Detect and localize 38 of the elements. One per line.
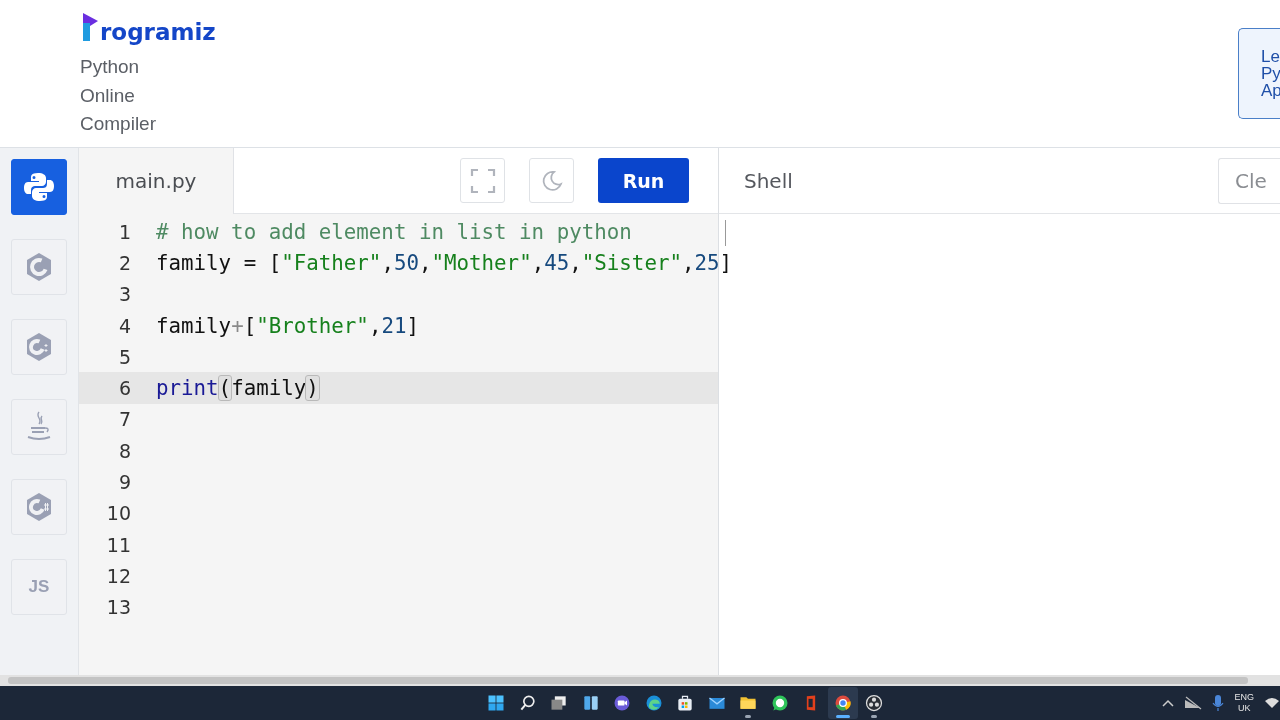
- chevron-up-icon[interactable]: [1162, 698, 1175, 708]
- file-tab[interactable]: main.py: [79, 148, 234, 214]
- input-language[interactable]: ENG: [1234, 692, 1254, 703]
- microphone-icon[interactable]: [1212, 694, 1225, 712]
- fullscreen-icon: [469, 167, 496, 194]
- horizontal-scrollbar[interactable]: [0, 675, 1280, 686]
- code-line: family = ["Father",50,"Mother",45,"Sister",25]: [156, 250, 733, 275]
- line-number: 6: [117, 377, 131, 400]
- text-cursor: [725, 220, 726, 246]
- taskbar-app-button[interactable]: [827, 687, 858, 719]
- python-icon: [22, 170, 56, 204]
- run-button[interactable]: Run: [598, 158, 689, 203]
- line-number: 4: [117, 314, 131, 337]
- windows-logo-icon: [486, 693, 507, 713]
- line-number: 8: [117, 439, 131, 462]
- line-number: 5: [117, 345, 131, 368]
- line-number: 10: [105, 502, 131, 525]
- line-number: 3: [117, 283, 131, 306]
- wifi-icon[interactable]: [1264, 697, 1280, 709]
- logo-text[interactable]: rogramiz: [100, 18, 216, 46]
- line-number: 12: [105, 564, 131, 587]
- input-region[interactable]: UK: [1238, 703, 1251, 714]
- line-number: 2: [117, 251, 131, 274]
- network-off-icon[interactable]: [1184, 696, 1203, 710]
- code-line: print(family): [156, 376, 319, 401]
- record-circle-icon: [864, 693, 885, 713]
- code-line: # how to add element in list in python: [156, 219, 632, 244]
- line-number: 9: [117, 471, 131, 493]
- line-number: 1: [117, 220, 131, 243]
- line-number: 7: [117, 408, 131, 431]
- line-number: 13: [105, 596, 131, 619]
- line-number: 11: [105, 533, 131, 556]
- logo-mark-icon[interactable]: [82, 12, 100, 42]
- scrollbar-thumb[interactable]: [8, 677, 1248, 684]
- code-line: family+["Brother",21]: [156, 313, 419, 338]
- language-button[interactable]: [11, 159, 67, 215]
- shell-title: Shell: [744, 168, 793, 193]
- page-title: Python Online Compiler: [80, 55, 156, 136]
